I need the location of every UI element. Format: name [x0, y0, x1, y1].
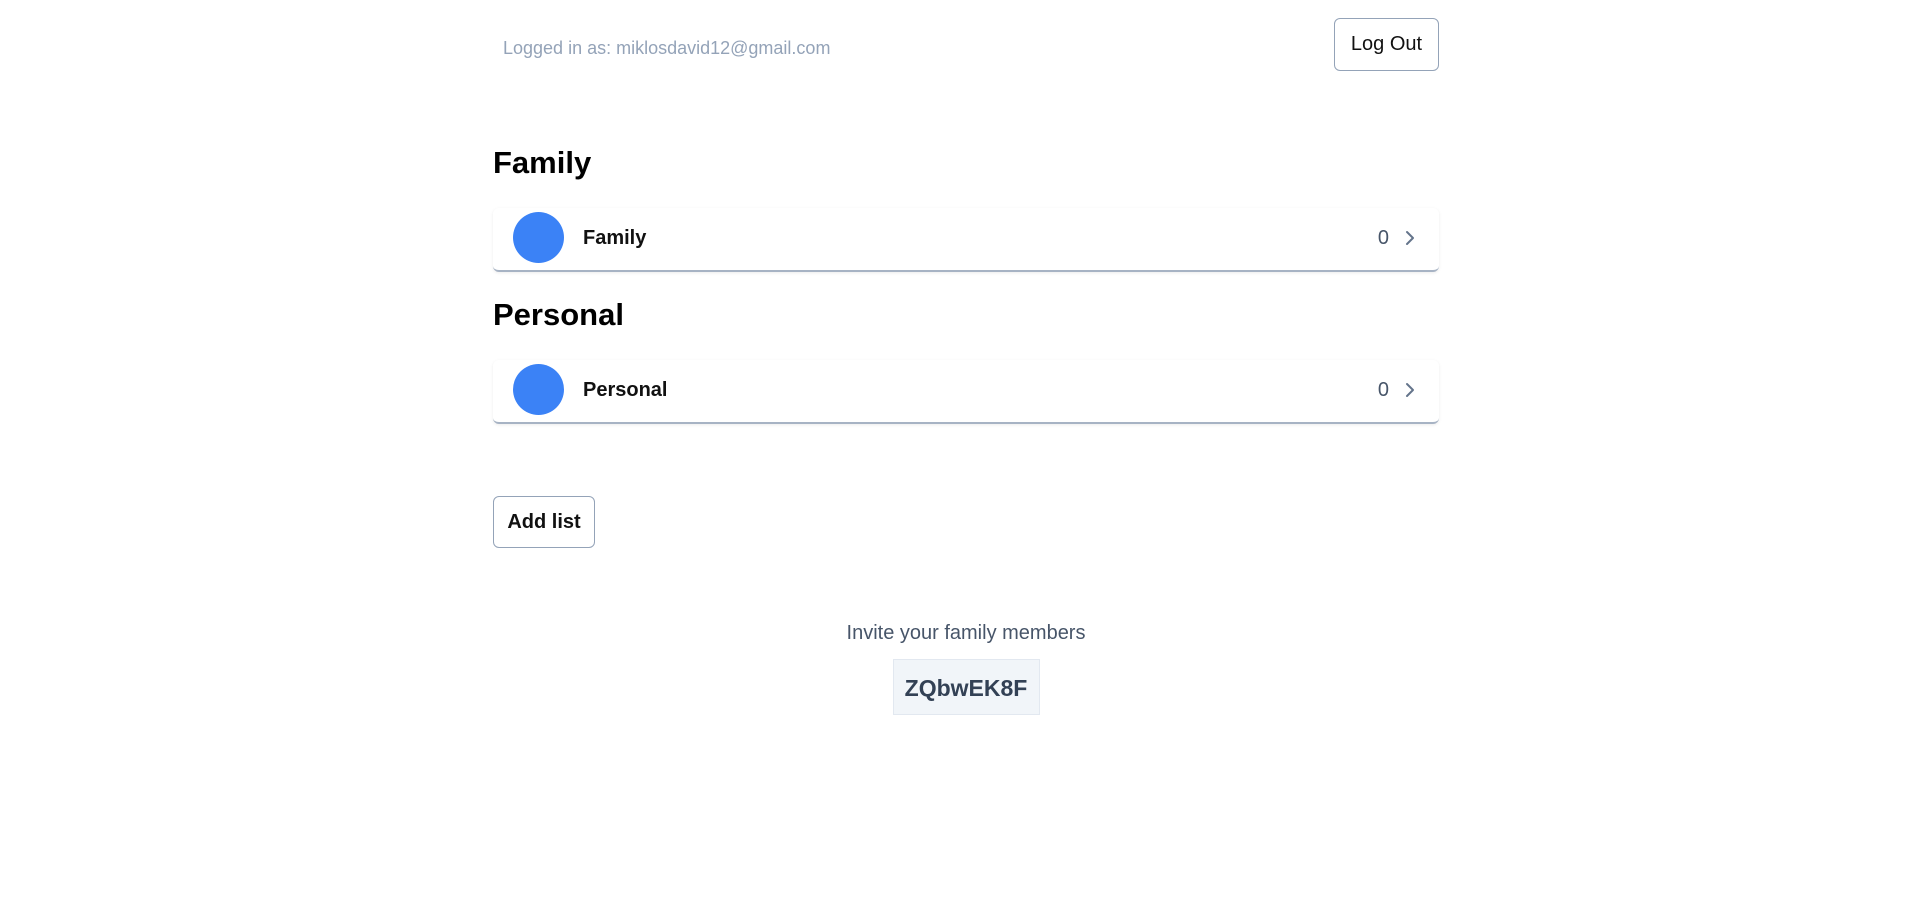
main-container: Logged in as: miklosdavid12@gmail.com Lo…: [493, 0, 1439, 715]
header: Logged in as: miklosdavid12@gmail.com Lo…: [493, 0, 1439, 90]
section-title-family: Family: [493, 145, 592, 180]
list-color-avatar: [513, 212, 564, 263]
add-list-button[interactable]: Add list: [493, 496, 595, 548]
list-item-family[interactable]: Family 0: [493, 208, 1439, 272]
list-count: 0: [1377, 379, 1389, 401]
logout-button[interactable]: Log Out: [1334, 18, 1439, 71]
list-color-avatar: [513, 364, 564, 415]
list-name: Family: [583, 227, 647, 249]
invite-code[interactable]: ZQbwEK8F: [892, 659, 1040, 715]
chevron-right-icon: [1406, 383, 1414, 397]
invite-text: Invite your family members: [846, 622, 1086, 644]
page: Logged in as: miklosdavid12@gmail.com Lo…: [0, 0, 1918, 905]
logged-in-text: Logged in as: miklosdavid12@gmail.com: [503, 38, 831, 58]
list-count: 0: [1377, 227, 1389, 249]
list-name: Personal: [583, 379, 668, 401]
list-item-personal[interactable]: Personal 0: [493, 360, 1439, 424]
chevron-right-icon: [1406, 231, 1414, 245]
invite-section: Invite your family members ZQbwEK8F: [493, 622, 1439, 715]
section-title-personal: Personal: [493, 297, 624, 332]
